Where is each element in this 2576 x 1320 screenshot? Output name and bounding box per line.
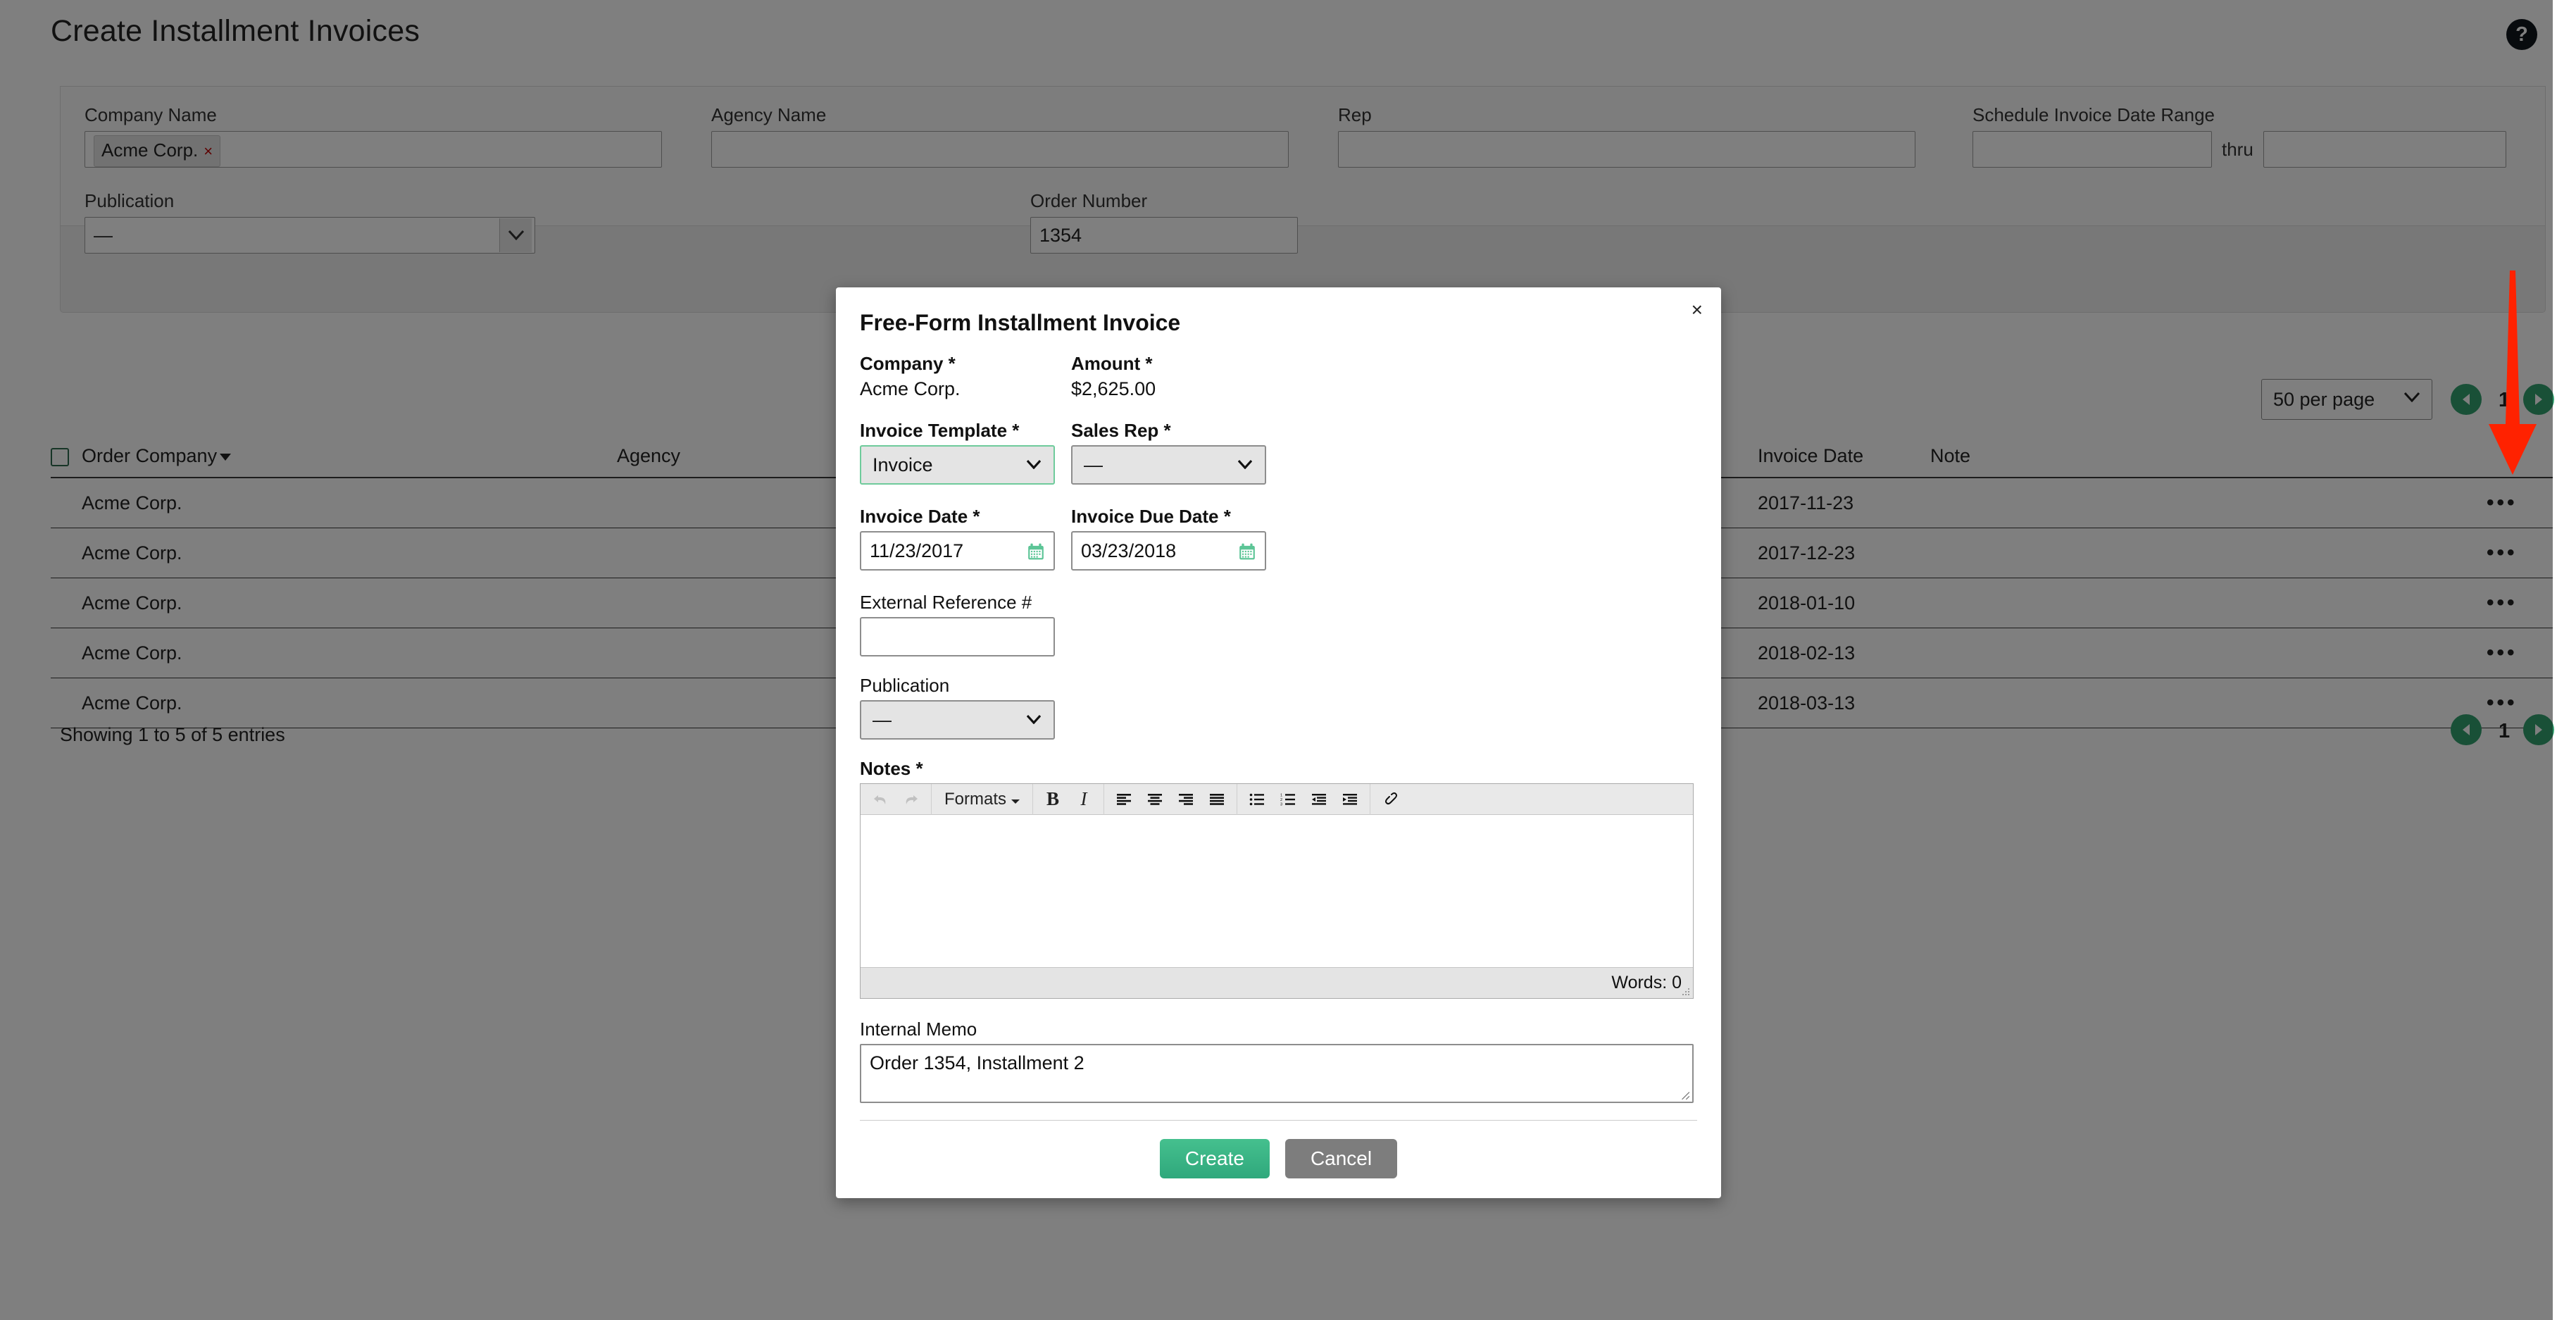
internal-memo-value: Order 1354, Installment 2 <box>870 1052 1084 1073</box>
invoice-date-input[interactable]: 11/23/2017 <box>860 531 1055 571</box>
modal-close-icon[interactable]: × <box>1692 300 1703 320</box>
invoice-due-date-label: Invoice Due Date * <box>1071 506 1282 528</box>
modal-field-invoice-template: Invoice Template * Invoice <box>860 420 1071 503</box>
word-count: Words: 0 <box>1611 973 1682 993</box>
rte-style-group: B I <box>1033 784 1104 815</box>
notes-label: Notes * <box>860 758 1697 780</box>
free-form-installment-invoice-modal: × Free-Form Installment Invoice Company … <box>836 287 1721 1198</box>
rte-history-group <box>861 784 932 815</box>
svg-text:2: 2 <box>1280 798 1282 802</box>
calendar-icon[interactable] <box>1238 542 1256 561</box>
svg-text:3: 3 <box>1280 802 1282 806</box>
sales-rep-select[interactable]: — <box>1071 445 1266 485</box>
modal-field-notes: Notes * Formats <box>860 758 1697 999</box>
cancel-button[interactable]: Cancel <box>1285 1139 1397 1178</box>
modal-field-amount: Amount * $2,625.00 <box>1071 353 1282 417</box>
invoice-due-date-input[interactable]: 03/23/2018 <box>1071 531 1266 571</box>
red-down-arrow-annotation <box>2477 270 2548 482</box>
modal-title: Free-Form Installment Invoice <box>860 310 1697 336</box>
redo-icon[interactable] <box>896 785 927 814</box>
indent-icon[interactable] <box>1334 785 1365 814</box>
modal-publication-value: — <box>873 709 892 730</box>
align-left-icon[interactable] <box>1108 785 1139 814</box>
external-reference-input[interactable] <box>860 617 1055 656</box>
formats-dropdown[interactable]: Formats <box>936 785 1028 814</box>
notes-content-area[interactable] <box>861 815 1693 967</box>
bold-icon[interactable]: B <box>1037 785 1068 814</box>
align-center-icon[interactable] <box>1139 785 1170 814</box>
rte-toolbar: Formats B I <box>861 784 1693 815</box>
align-right-icon[interactable] <box>1170 785 1201 814</box>
amount-value: $2,625.00 <box>1071 378 1282 400</box>
modal-field-publication: Publication — <box>860 675 1697 740</box>
resize-grip-icon[interactable] <box>1681 987 1691 997</box>
notes-rich-text-editor: Formats B I <box>860 783 1694 999</box>
chevron-down-icon[interactable] <box>1021 702 1046 737</box>
rte-status-bar: Words: 0 <box>861 967 1693 998</box>
external-reference-label: External Reference # <box>860 592 1697 614</box>
internal-memo-textarea[interactable]: Order 1354, Installment 2 <box>860 1044 1694 1103</box>
internal-memo-label: Internal Memo <box>860 1019 1697 1040</box>
calendar-icon[interactable] <box>1027 542 1045 561</box>
rte-link-group <box>1370 784 1410 815</box>
invoice-template-label: Invoice Template * <box>860 420 1071 442</box>
chevron-down-icon[interactable] <box>1021 447 1046 482</box>
chevron-down-icon[interactable] <box>1232 447 1258 482</box>
modal-row-template-rep: Invoice Template * Invoice Sales Rep * — <box>860 420 1697 503</box>
company-label: Company * <box>860 353 1071 375</box>
modal-field-company: Company * Acme Corp. <box>860 353 1071 417</box>
invoice-date-label: Invoice Date * <box>860 506 1071 528</box>
chevron-down-icon <box>1011 790 1020 809</box>
modal-field-internal-memo: Internal Memo Order 1354, Installment 2 <box>860 1019 1697 1103</box>
rte-list-group: 123 <box>1237 784 1370 815</box>
modal-row-dates: Invoice Date * 11/23/2017 Invoice Due Da… <box>860 506 1697 589</box>
undo-icon[interactable] <box>865 785 896 814</box>
sales-rep-value: — <box>1084 454 1103 475</box>
modal-publication-select[interactable]: — <box>860 700 1055 740</box>
create-button[interactable]: Create <box>1160 1139 1270 1178</box>
modal-field-external-reference: External Reference # <box>860 592 1697 656</box>
align-justify-icon[interactable] <box>1201 785 1232 814</box>
formats-label: Formats <box>944 790 1006 809</box>
modal-footer: Create Cancel <box>860 1120 1697 1198</box>
modal-field-sales-rep: Sales Rep * — <box>1071 420 1282 503</box>
sales-rep-label: Sales Rep * <box>1071 420 1282 442</box>
numbered-list-icon[interactable]: 123 <box>1273 785 1303 814</box>
rte-align-group <box>1104 784 1237 815</box>
bullet-list-icon[interactable] <box>1242 785 1273 814</box>
modal-publication-label: Publication <box>860 675 1697 697</box>
modal-field-invoice-date: Invoice Date * 11/23/2017 <box>860 506 1071 589</box>
italic-icon[interactable]: I <box>1068 785 1099 814</box>
company-value: Acme Corp. <box>860 378 1071 400</box>
invoice-date-value: 11/23/2017 <box>870 540 963 561</box>
resize-grip-icon[interactable] <box>1679 1089 1690 1100</box>
outdent-icon[interactable] <box>1303 785 1334 814</box>
modal-row-company-amount: Company * Acme Corp. Amount * $2,625.00 <box>860 353 1697 417</box>
invoice-template-select[interactable]: Invoice <box>860 445 1055 485</box>
invoice-template-value: Invoice <box>873 454 933 475</box>
modal-body: Free-Form Installment Invoice Company * … <box>836 287 1721 1198</box>
svg-text:1: 1 <box>1280 793 1282 797</box>
amount-label: Amount * <box>1071 353 1282 375</box>
rte-formats-group: Formats <box>932 784 1033 815</box>
link-icon[interactable] <box>1375 785 1406 814</box>
invoice-due-date-value: 03/23/2018 <box>1081 540 1176 561</box>
modal-field-invoice-due-date: Invoice Due Date * 03/23/2018 <box>1071 506 1282 589</box>
